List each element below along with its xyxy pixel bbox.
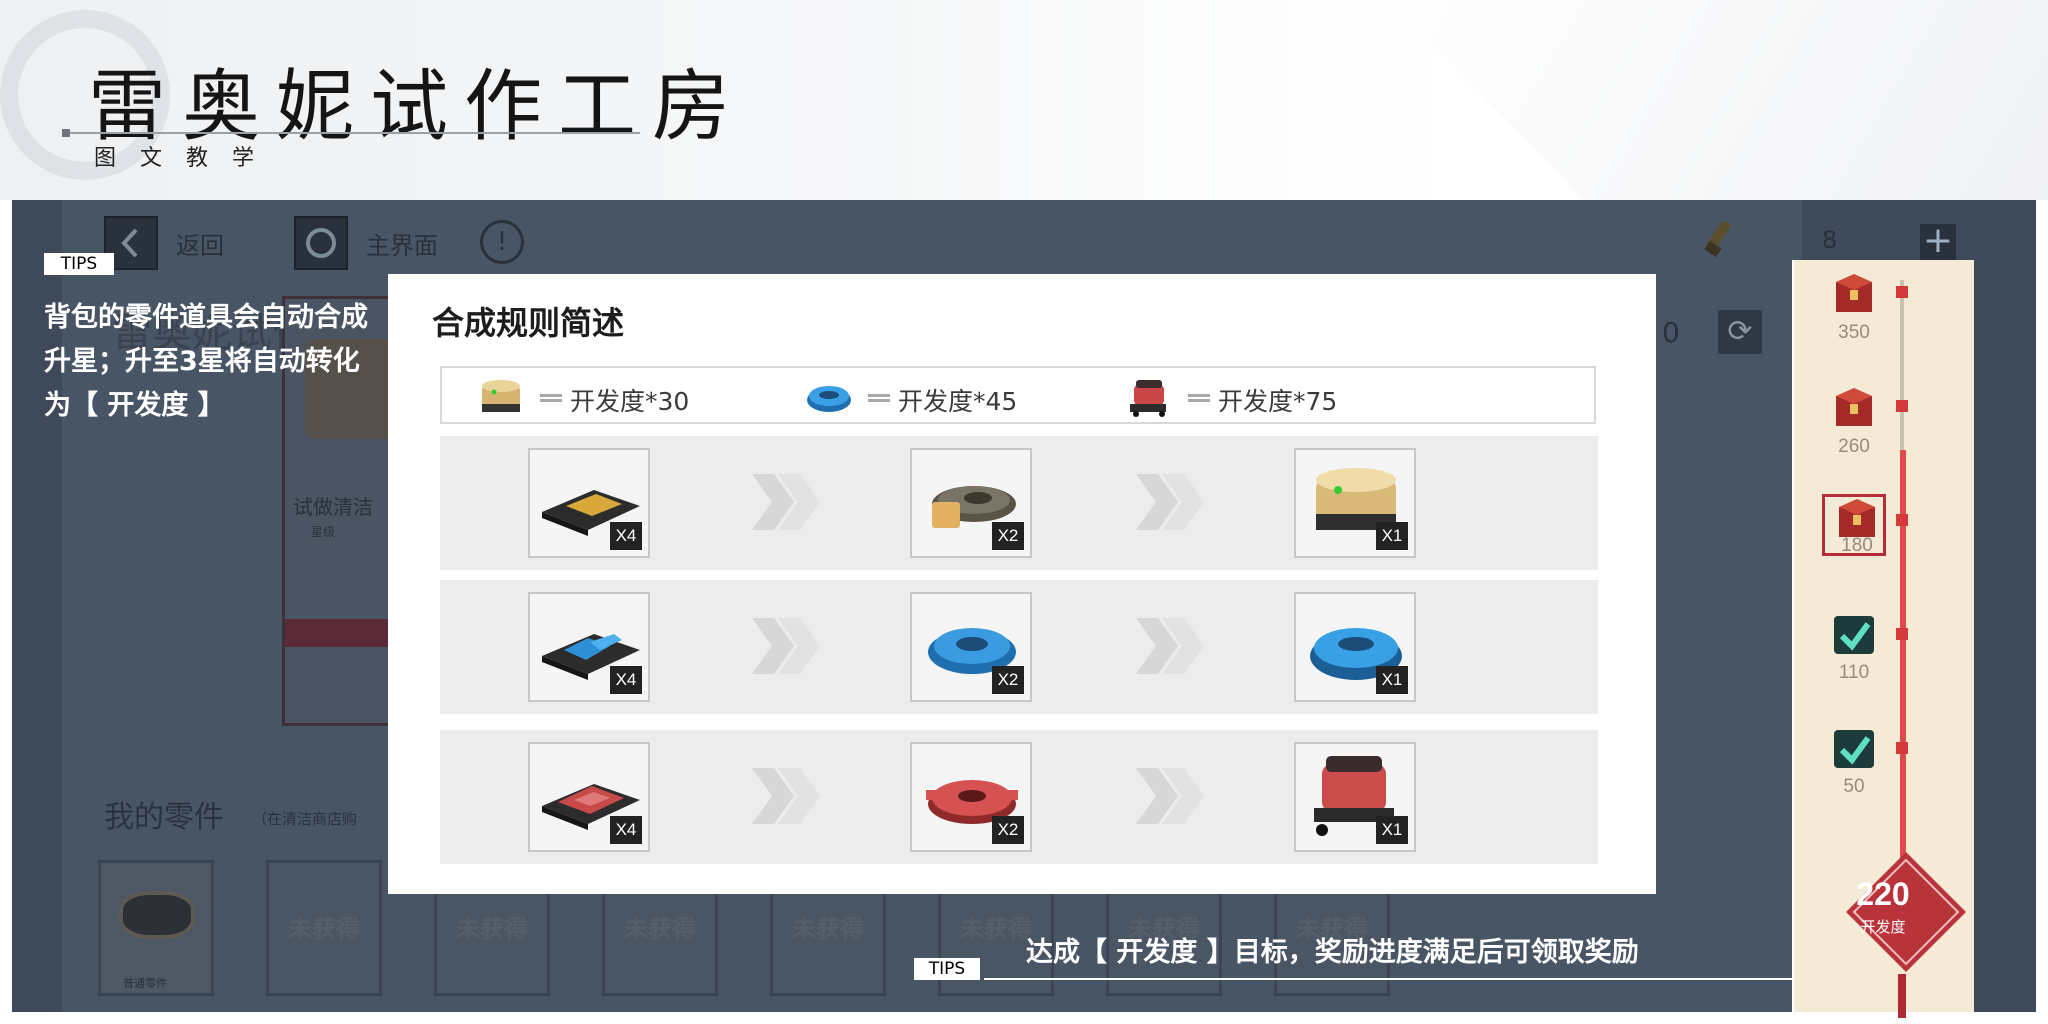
recipe-cell: X4 bbox=[528, 592, 650, 702]
legend-text: 开发度*75 bbox=[1218, 387, 1338, 416]
add-currency-button[interactable]: + bbox=[1920, 223, 1956, 260]
part-slot[interactable]: 普通零件 bbox=[98, 860, 214, 996]
recipe-cell: X1 bbox=[1294, 448, 1416, 558]
recipe-cell: X1 bbox=[1294, 592, 1416, 702]
my-parts-note: （在清洁商店购 bbox=[252, 810, 358, 828]
part-slot-empty[interactable]: 未获得 bbox=[266, 860, 382, 996]
milestone-value: 50 bbox=[1843, 776, 1865, 797]
home-circle-icon bbox=[306, 228, 336, 258]
double-chevron-right-icon bbox=[1136, 618, 1204, 674]
goal-label: 开发度 bbox=[1860, 918, 1906, 936]
recipe-cell: X2 bbox=[910, 448, 1032, 558]
tips-tag: TIPS bbox=[44, 253, 114, 275]
back-label[interactable]: 返回 bbox=[176, 226, 224, 261]
progress-tick bbox=[1896, 514, 1908, 526]
milestone-value: 110 bbox=[1838, 662, 1870, 683]
quantity-badge: X2 bbox=[992, 816, 1024, 844]
equals-icon bbox=[1188, 394, 1210, 402]
partial-count: 0 bbox=[1662, 316, 1680, 349]
recipe-cell: X2 bbox=[910, 742, 1032, 852]
milestone-180[interactable]: 180 bbox=[1822, 494, 1886, 556]
double-chevron-right-icon bbox=[752, 474, 820, 530]
home-label[interactable]: 主界面 bbox=[366, 226, 438, 261]
tips-underline bbox=[984, 978, 1792, 980]
quantity-badge: X1 bbox=[1376, 666, 1408, 694]
my-parts-title: 我的零件 bbox=[104, 800, 224, 835]
title-underline-dot bbox=[62, 129, 70, 137]
quantity-badge: X2 bbox=[992, 666, 1024, 694]
tassel-icon bbox=[1898, 974, 1906, 1018]
recipe-cell: X2 bbox=[910, 592, 1032, 702]
tips-tag: TIPS bbox=[914, 958, 980, 980]
page-subtitle: 图文教学 bbox=[94, 146, 279, 171]
part-ring-icon bbox=[119, 891, 195, 939]
progress-tick bbox=[1896, 742, 1908, 754]
double-chevron-right-icon bbox=[752, 768, 820, 824]
blue-robot-vacuum-icon bbox=[807, 386, 851, 412]
quantity-badge: X1 bbox=[1376, 816, 1408, 844]
home-button[interactable] bbox=[294, 216, 348, 270]
double-chevron-right-icon bbox=[1136, 768, 1204, 824]
reward-chest-icon bbox=[1836, 274, 1872, 312]
recipe-cell: X4 bbox=[528, 448, 650, 558]
reward-progress-strip: 350 260 180 110 50 220 开发度 bbox=[1792, 260, 1974, 1018]
milestone-260[interactable]: 260 bbox=[1822, 386, 1886, 486]
legend-text: 开发度*30 bbox=[570, 387, 690, 416]
conversion-legend: 开发度*30 开发度*45 开发度*75 bbox=[440, 366, 1596, 424]
claimed-check-icon bbox=[1834, 730, 1874, 768]
quantity-badge: X2 bbox=[992, 522, 1024, 550]
refresh-button[interactable]: ⟳ bbox=[1718, 310, 1762, 354]
goal-value: 220 bbox=[1856, 876, 1910, 912]
synthesis-row-gold: X4 X2 X1 bbox=[440, 436, 1598, 570]
milestone-value: 260 bbox=[1838, 436, 1870, 457]
product-name: 试做清洁 bbox=[293, 495, 373, 519]
game-top-bar: 返回 主界面 ! 8 + bbox=[12, 200, 2036, 282]
legend-text: 开发度*45 bbox=[898, 387, 1018, 416]
milestone-value: 180 bbox=[1841, 535, 1873, 556]
tips-text: 达成【 开发度 】目标，奖励进度满足后可领取奖励 bbox=[1026, 937, 1639, 968]
recipe-cell: X4 bbox=[528, 742, 650, 852]
dialog-title: 合成规则简述 bbox=[432, 304, 625, 342]
gold-robot-vacuum-icon bbox=[482, 380, 520, 412]
quantity-badge: X4 bbox=[610, 816, 642, 844]
info-button[interactable]: ! bbox=[480, 220, 524, 264]
progress-tick bbox=[1896, 286, 1908, 298]
milestone-50[interactable]: 50 bbox=[1822, 726, 1886, 826]
currency-value: 8 bbox=[1822, 226, 1838, 254]
synthesis-row-red: X4 X2 X1 bbox=[440, 730, 1598, 864]
product-star-label: 星级 bbox=[311, 525, 336, 539]
quantity-badge: X4 bbox=[610, 522, 642, 550]
reward-chest-icon bbox=[1836, 388, 1872, 426]
synthesis-rules-dialog: 合成规则简述 开发度*30 开发度*45 开发度*75 X4 X2 X1 X4 … bbox=[388, 274, 1656, 894]
double-chevron-right-icon bbox=[1136, 474, 1204, 530]
synthesis-row-blue: X4 X2 X1 bbox=[440, 580, 1598, 714]
progress-tick bbox=[1896, 628, 1908, 640]
claimed-check-icon bbox=[1834, 616, 1874, 654]
quantity-badge: X1 bbox=[1376, 522, 1408, 550]
page: 雷奥妮试作工房 图文教学 返回 主界面 ! 8 + ⟳ 0 雷奥妮试作工 试做清 bbox=[0, 0, 2048, 1024]
milestone-350[interactable]: 350 bbox=[1822, 272, 1886, 372]
equals-icon bbox=[868, 394, 890, 402]
quantity-badge: X4 bbox=[610, 666, 642, 694]
double-chevron-right-icon bbox=[752, 618, 820, 674]
recipe-cell: X1 bbox=[1294, 742, 1416, 852]
red-floor-scrubber-icon bbox=[1130, 380, 1166, 417]
title-underline bbox=[64, 132, 640, 134]
currency-icon bbox=[1698, 218, 1738, 262]
part-slot-label: 普通零件 bbox=[123, 977, 167, 990]
tips-text: 背包的零件道具会自动合成升星；升至3星将自动转化为【 开发度 】 bbox=[44, 302, 368, 421]
milestone-110[interactable]: 110 bbox=[1822, 612, 1886, 712]
equals-icon bbox=[540, 394, 562, 402]
milestone-value: 350 bbox=[1838, 322, 1870, 343]
progress-tick bbox=[1896, 400, 1908, 412]
